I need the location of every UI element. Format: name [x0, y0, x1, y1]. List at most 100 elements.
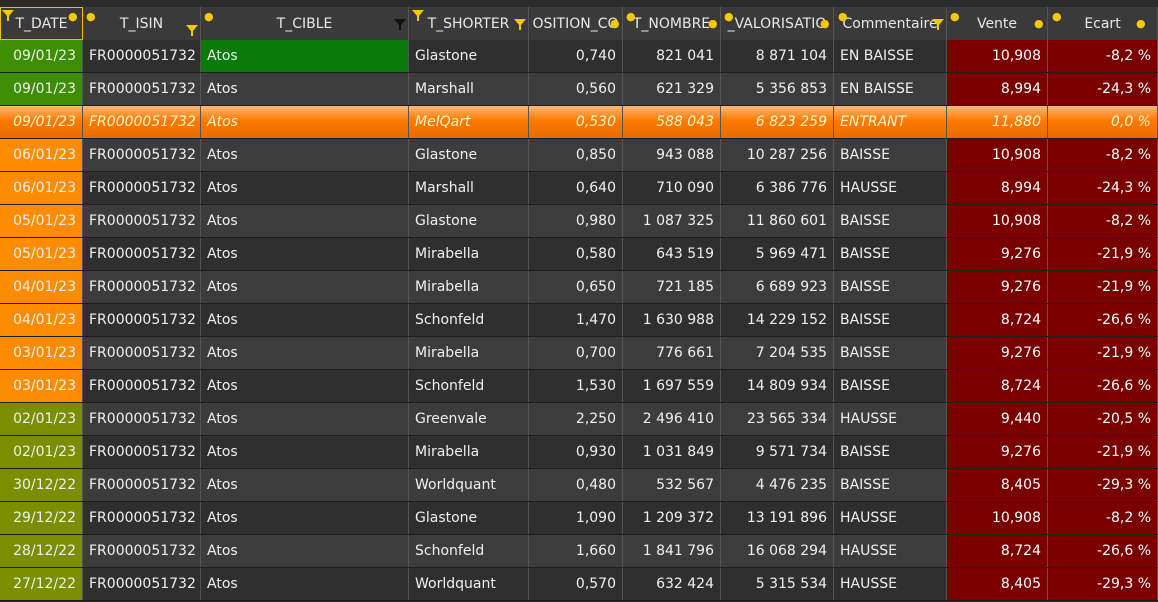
cell-commentaire[interactable]: BAISSE — [834, 271, 947, 303]
table-row[interactable]: 30/12/22 FR0000051732 Atos Worldquant 0,… — [0, 469, 1158, 502]
cell-nombre[interactable]: 1 841 796 — [623, 535, 721, 567]
table-row[interactable]: 03/01/23 FR0000051732 Atos Schonfeld 1,5… — [0, 370, 1158, 403]
cell-nombre[interactable]: 1 630 988 — [623, 304, 721, 336]
cell-nombre[interactable]: 632 424 — [623, 568, 721, 600]
cell-valorisation[interactable]: 6 689 923 — [721, 271, 834, 303]
cell-vente[interactable]: 9,440 — [947, 403, 1048, 435]
cell-date[interactable]: 06/01/23 — [0, 172, 83, 204]
cell-shorter[interactable]: Marshall — [409, 172, 529, 204]
cell-cible[interactable]: Atos — [201, 337, 409, 369]
cell-position[interactable]: 0,850 — [529, 139, 623, 171]
header-t-shorter[interactable]: T_SHORTER — [409, 7, 529, 40]
cell-commentaire[interactable]: ENTRANT — [834, 106, 947, 138]
cell-nombre[interactable]: 776 661 — [623, 337, 721, 369]
key-icon[interactable]: ● — [68, 10, 82, 24]
filter-icon-active[interactable] — [394, 19, 406, 31]
cell-cible[interactable]: Atos — [201, 205, 409, 237]
cell-cible[interactable]: Atos — [201, 436, 409, 468]
cell-shorter[interactable]: Schonfeld — [409, 535, 529, 567]
cell-commentaire[interactable]: BAISSE — [834, 469, 947, 501]
cell-vente[interactable]: 8,724 — [947, 370, 1048, 402]
cell-ecart[interactable]: -26,6 % — [1048, 535, 1158, 567]
table-row[interactable]: 27/12/22 FR0000051732 Atos Worldquant 0,… — [0, 568, 1158, 601]
cell-ecart[interactable]: -26,6 % — [1048, 370, 1158, 402]
cell-position[interactable]: 1,660 — [529, 535, 623, 567]
cell-shorter[interactable]: Schonfeld — [409, 370, 529, 402]
cell-commentaire[interactable]: BAISSE — [834, 238, 947, 270]
table-row[interactable]: 28/12/22 FR0000051732 Atos Schonfeld 1,6… — [0, 535, 1158, 568]
key-icon[interactable]: ● — [204, 10, 218, 24]
header-t-isin[interactable]: T_ISIN — [83, 7, 201, 40]
cell-commentaire[interactable]: BAISSE — [834, 304, 947, 336]
cell-ecart[interactable]: -20,5 % — [1048, 403, 1158, 435]
cell-shorter[interactable]: MelQart — [409, 106, 529, 138]
key-icon[interactable]: ● — [950, 10, 964, 24]
cell-commentaire[interactable]: EN BAISSE — [834, 73, 947, 105]
cell-cible[interactable]: Atos — [201, 106, 409, 138]
cell-vente[interactable]: 8,724 — [947, 304, 1048, 336]
cell-valorisation[interactable]: 23 565 334 — [721, 403, 834, 435]
cell-vente[interactable]: 9,276 — [947, 337, 1048, 369]
cell-cible[interactable]: Atos — [201, 304, 409, 336]
cell-date[interactable]: 05/01/23 — [0, 205, 83, 237]
cell-date[interactable]: 02/01/23 — [0, 403, 83, 435]
cell-commentaire[interactable]: BAISSE — [834, 205, 947, 237]
cell-date[interactable]: 03/01/23 — [0, 337, 83, 369]
cell-nombre[interactable]: 1 209 372 — [623, 502, 721, 534]
cell-nombre[interactable]: 588 043 — [623, 106, 721, 138]
cell-isin[interactable]: FR0000051732 — [83, 337, 201, 369]
cell-cible[interactable]: Atos — [201, 535, 409, 567]
cell-ecart[interactable]: -8,2 % — [1048, 502, 1158, 534]
cell-ecart[interactable]: -21,9 % — [1048, 337, 1158, 369]
cell-position[interactable]: 2,250 — [529, 403, 623, 435]
cell-date[interactable]: 30/12/22 — [0, 469, 83, 501]
cell-position[interactable]: 0,560 — [529, 73, 623, 105]
cell-shorter[interactable]: Schonfeld — [409, 304, 529, 336]
filter-icon[interactable] — [412, 10, 424, 22]
cell-isin[interactable]: FR0000051732 — [83, 139, 201, 171]
header-t-cible[interactable]: T_CIBLE — [201, 7, 409, 40]
cell-cible[interactable]: Atos — [201, 172, 409, 204]
cell-nombre[interactable]: 721 185 — [623, 271, 721, 303]
cell-date[interactable]: 09/01/23 — [0, 106, 83, 138]
cell-nombre[interactable]: 1 697 559 — [623, 370, 721, 402]
table-row[interactable]: 04/01/23 FR0000051732 Atos Mirabella 0,6… — [0, 271, 1158, 304]
cell-date[interactable]: 02/01/23 — [0, 436, 83, 468]
cell-date[interactable]: 27/12/22 — [0, 568, 83, 600]
cell-position[interactable]: 0,530 — [529, 106, 623, 138]
cell-shorter[interactable]: Greenvale — [409, 403, 529, 435]
cell-isin[interactable]: FR0000051732 — [83, 73, 201, 105]
cell-position[interactable]: 0,580 — [529, 238, 623, 270]
cell-ecart[interactable]: -8,2 % — [1048, 205, 1158, 237]
cell-cible[interactable]: Atos — [201, 73, 409, 105]
cell-nombre[interactable]: 1 087 325 — [623, 205, 721, 237]
cell-nombre[interactable]: 1 031 849 — [623, 436, 721, 468]
cell-shorter[interactable]: Marshall — [409, 73, 529, 105]
cell-valorisation[interactable]: 14 229 152 — [721, 304, 834, 336]
cell-nombre[interactable]: 532 567 — [623, 469, 721, 501]
cell-commentaire[interactable]: HAUSSE — [834, 568, 947, 600]
cell-ecart[interactable]: -8,2 % — [1048, 40, 1158, 72]
cell-position[interactable]: 0,640 — [529, 172, 623, 204]
cell-vente[interactable]: 9,276 — [947, 436, 1048, 468]
cell-isin[interactable]: FR0000051732 — [83, 40, 201, 72]
cell-vente[interactable]: 8,405 — [947, 469, 1048, 501]
cell-position[interactable]: 0,740 — [529, 40, 623, 72]
table-row[interactable]: 02/01/23 FR0000051732 Atos Mirabella 0,9… — [0, 436, 1158, 469]
cell-shorter[interactable]: Mirabella — [409, 271, 529, 303]
cell-isin[interactable]: FR0000051732 — [83, 568, 201, 600]
table-row[interactable]: 29/12/22 FR0000051732 Atos Glastone 1,09… — [0, 502, 1158, 535]
cell-date[interactable]: 05/01/23 — [0, 238, 83, 270]
key-icon[interactable]: ● — [1136, 17, 1150, 31]
cell-cible[interactable]: Atos — [201, 403, 409, 435]
cell-isin[interactable]: FR0000051732 — [83, 106, 201, 138]
cell-ecart[interactable]: -29,3 % — [1048, 568, 1158, 600]
cell-ecart[interactable]: -24,3 % — [1048, 172, 1158, 204]
table-row[interactable]: 06/01/23 FR0000051732 Atos Marshall 0,64… — [0, 172, 1158, 205]
cell-shorter[interactable]: Mirabella — [409, 436, 529, 468]
cell-valorisation[interactable]: 8 871 104 — [721, 40, 834, 72]
cell-shorter[interactable]: Mirabella — [409, 337, 529, 369]
table-row[interactable]: 03/01/23 FR0000051732 Atos Mirabella 0,7… — [0, 337, 1158, 370]
cell-isin[interactable]: FR0000051732 — [83, 436, 201, 468]
filter-icon[interactable] — [2, 10, 14, 22]
